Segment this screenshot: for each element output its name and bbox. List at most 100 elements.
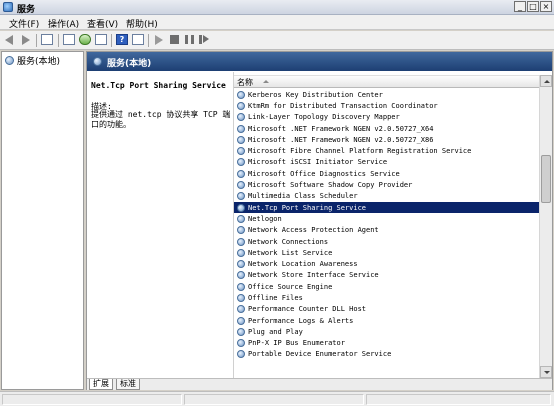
service-name: Network Store Interface Service [248, 271, 379, 280]
gear-icon [237, 339, 245, 348]
service-name: Microsoft iSCSI Initiator Service [248, 158, 388, 167]
service-name: Offline Files [248, 293, 303, 302]
service-name: Link-Layer Topology Discovery Mapper [248, 113, 400, 122]
help-icon[interactable]: ? [116, 34, 129, 46]
service-row[interactable]: Net.Tcp Port Sharing Service [234, 201, 539, 214]
gear-icon [237, 113, 245, 122]
pause-icon[interactable] [183, 34, 196, 46]
service-row[interactable]: Plug and Play [234, 326, 539, 337]
scroll-up-button[interactable] [540, 75, 552, 87]
forward-icon[interactable] [20, 34, 33, 46]
menu-view[interactable]: 查看(V) [87, 17, 118, 30]
tree-item-services-local[interactable]: 服务(本地) [5, 54, 60, 67]
service-row[interactable]: Network List Service [234, 247, 539, 258]
toolbar-separator [148, 34, 149, 47]
title-bar: 服务 _ □ × [0, 0, 554, 15]
service-row[interactable]: Netlogon [234, 213, 539, 224]
gear-icon [5, 56, 14, 65]
properties-icon[interactable] [63, 34, 76, 46]
vertical-scrollbar[interactable] [539, 75, 552, 378]
service-row[interactable]: Portable Device Enumerator Service [234, 349, 539, 360]
gear-icon [237, 101, 245, 110]
gear-icon [237, 181, 245, 190]
menu-action[interactable]: 操作(A) [48, 17, 79, 30]
service-row[interactable]: Microsoft Software Shadow Copy Provider [234, 179, 539, 190]
status-cell [184, 394, 364, 405]
service-row[interactable]: Office Source Engine [234, 281, 539, 292]
services-list: 名称 Kerberos Key Distribution Center KtmRm… [233, 72, 552, 378]
tab-extended[interactable]: 扩展 [89, 379, 113, 390]
service-row[interactable]: KtmRm for Distributed Transaction Coordi… [234, 100, 539, 111]
column-header-name[interactable]: 名称 [234, 75, 539, 88]
menu-bar: 文件(F) 操作(A) 查看(V) 帮助(H) [0, 15, 554, 30]
scroll-thumb[interactable] [541, 155, 551, 203]
services-app-icon [3, 2, 13, 12]
service-row[interactable]: Network Location Awareness [234, 258, 539, 269]
service-row[interactable]: Microsoft Fibre Channel Platform Registr… [234, 145, 539, 156]
service-row[interactable]: Network Connections [234, 236, 539, 247]
services-panel: 服务(本地) Net.Tcp Port Sharing Service 描述: … [86, 51, 553, 390]
service-rows: Kerberos Key Distribution Center KtmRm fo… [234, 89, 539, 360]
gear-icon [237, 226, 245, 235]
status-cell [2, 394, 182, 405]
service-row[interactable]: Microsoft Office Diagnostics Service [234, 168, 539, 179]
service-name: Network Connections [248, 237, 329, 246]
start-icon[interactable] [153, 34, 166, 46]
toolbar-separator [36, 34, 37, 47]
tab-standard[interactable]: 标准 [116, 379, 140, 390]
minimize-button[interactable]: _ [514, 1, 526, 12]
toolbar-separator [111, 34, 112, 47]
service-row[interactable]: Microsoft .NET Framework NGEN v2.0.50727… [234, 123, 539, 134]
service-name: Multimedia Class Scheduler [248, 192, 358, 201]
gear-icon [237, 124, 245, 133]
gear-icon [237, 203, 245, 212]
scroll-down-button[interactable] [540, 366, 552, 378]
service-row[interactable]: Link-Layer Topology Discovery Mapper [234, 112, 539, 123]
menu-help[interactable]: 帮助(H) [126, 17, 158, 30]
service-row[interactable]: Microsoft .NET Framework NGEN v2.0.50727… [234, 134, 539, 145]
console-tree: 服务(本地) [1, 51, 84, 390]
service-row[interactable]: Network Access Protection Agent [234, 225, 539, 236]
service-row[interactable]: Performance Counter DLL Host [234, 304, 539, 315]
service-row[interactable]: Performance Logs & Alerts [234, 315, 539, 326]
gear-icon [237, 260, 245, 269]
gear-icon [93, 57, 102, 66]
service-name: Performance Counter DLL Host [248, 305, 367, 314]
toolbar-separator [58, 34, 59, 47]
content-header: 服务(本地) [87, 52, 552, 71]
service-name: Network List Service [248, 248, 333, 257]
view-icon[interactable] [132, 34, 145, 46]
menu-file[interactable]: 文件(F) [9, 17, 39, 30]
show-tree-icon[interactable] [41, 34, 54, 46]
selected-service-name: Net.Tcp Port Sharing Service [91, 81, 226, 90]
service-row[interactable]: PnP-X IP Bus Enumerator [234, 338, 539, 349]
service-row[interactable]: Microsoft iSCSI Initiator Service [234, 157, 539, 168]
restart-icon[interactable] [198, 34, 211, 46]
gear-icon [237, 271, 245, 280]
status-cell [366, 394, 551, 405]
description-pane: Net.Tcp Port Sharing Service 描述: 提供通过 ne… [87, 72, 232, 378]
content-header-title: 服务(本地) [107, 59, 152, 69]
service-name: Microsoft .NET Framework NGEN v2.0.50727… [248, 124, 434, 133]
service-row[interactable]: Kerberos Key Distribution Center [234, 89, 539, 100]
service-name: Net.Tcp Port Sharing Service [248, 203, 367, 212]
gear-icon [237, 237, 245, 246]
back-icon[interactable] [5, 34, 18, 46]
service-row[interactable]: Multimedia Class Scheduler [234, 191, 539, 202]
stop-icon[interactable] [168, 34, 181, 46]
service-row[interactable]: Network Store Interface Service [234, 270, 539, 281]
close-button[interactable]: × [540, 1, 552, 12]
service-name: Microsoft Software Shadow Copy Provider [248, 181, 413, 190]
service-name: Network Location Awareness [248, 260, 358, 269]
gear-icon [237, 135, 245, 144]
service-name: Netlogon [248, 214, 282, 223]
refresh-icon[interactable] [79, 34, 92, 46]
service-row[interactable]: Offline Files [234, 292, 539, 303]
status-bar [0, 391, 554, 406]
sort-ascending-icon [263, 80, 269, 83]
gear-icon [237, 327, 245, 336]
export-icon[interactable] [95, 34, 108, 46]
tree-item-label: 服务(本地) [17, 57, 61, 67]
restore-button[interactable]: □ [527, 1, 539, 12]
view-tabs: 扩展 标准 [87, 378, 552, 390]
